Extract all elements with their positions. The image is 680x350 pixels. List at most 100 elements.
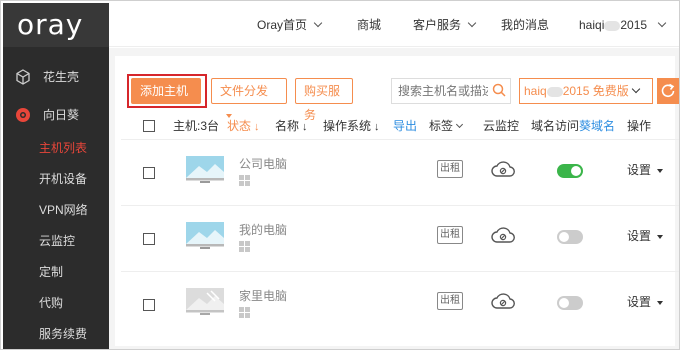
settings-dropdown[interactable]: 设置: [627, 227, 664, 244]
header-cloud-monitor: 云监控: [483, 119, 520, 133]
domain-access-toggle[interactable]: [557, 164, 583, 178]
header-domain-access: 域名访问: [531, 119, 580, 133]
sidebar-item-label: 向日葵: [43, 108, 80, 122]
arrow-down-icon: ↓: [302, 121, 308, 133]
sunflower-icon: [16, 108, 30, 122]
account-prefix: haiq: [524, 84, 547, 98]
app-window: oray 花生壳 向日葵 主机列表 开机设备 VPN网络 云监控 定制 代购 服…: [0, 0, 680, 350]
top-navbar: Oray首页 商城 客户服务 我的消息 haiqi 2015: [109, 3, 679, 47]
nav-my-messages[interactable]: 我的消息: [501, 3, 549, 47]
header-name-label: 名称: [275, 119, 300, 133]
table-row: 我的电脑 出租 设置: [121, 207, 679, 272]
sidebar-item-vpn[interactable]: VPN网络: [3, 195, 109, 225]
refresh-icon: [661, 83, 675, 98]
header-tags[interactable]: 标签: [429, 112, 464, 140]
account-suffix: 2015 免费版: [562, 84, 629, 98]
sidebar-item-label: 花生壳: [43, 70, 80, 84]
header-action: 操作: [627, 119, 652, 133]
chevron-down-icon: [313, 18, 323, 28]
search-icon[interactable]: [492, 83, 506, 97]
nav-customer-service-label: 客户服务: [413, 18, 462, 32]
account-select[interactable]: haiq 2015 免费版: [519, 78, 653, 104]
caret-down-icon: [657, 168, 664, 173]
chevron-down-icon: [631, 84, 640, 94]
oray-logo[interactable]: oray: [3, 3, 109, 47]
main-content: 添加主机 文件分发 购买服务 haiq 2015 免费版: [109, 48, 679, 349]
select-all-checkbox[interactable]: [143, 120, 155, 132]
header-os-label: 操作系统: [323, 119, 372, 133]
windows-icon: [239, 175, 250, 186]
header-status-label: 状态: [227, 119, 252, 133]
row-checkbox[interactable]: [143, 167, 155, 179]
domain-access-toggle[interactable]: [557, 230, 583, 244]
refresh-button[interactable]: [657, 78, 679, 104]
row-checkbox[interactable]: [143, 299, 155, 311]
arrow-down-icon: ↓: [254, 121, 260, 133]
monitor-icon: [186, 222, 224, 249]
caret-down-icon: [657, 234, 664, 239]
cloud-monitor-icon[interactable]: [491, 292, 515, 310]
settings-label: 设置: [627, 295, 652, 309]
redacted-mask: [546, 86, 563, 97]
redacted-mask: [604, 20, 621, 31]
rent-tag[interactable]: 出租: [437, 160, 463, 178]
nav-oray-home[interactable]: Oray首页: [257, 3, 323, 47]
header-os[interactable]: 操作系统 ↓: [323, 112, 380, 141]
chevron-down-icon: [467, 18, 477, 28]
sidebar: oray 花生壳 向日葵 主机列表 开机设备 VPN网络 云监控 定制 代购 服…: [3, 3, 109, 349]
cloud-monitor-icon[interactable]: [491, 160, 515, 178]
search-input[interactable]: [392, 79, 488, 103]
file-distribution-button[interactable]: 文件分发: [211, 78, 287, 118]
sidebar-item-xiangrikui[interactable]: 向日葵: [3, 99, 109, 131]
buy-service-button[interactable]: 购买服务: [295, 78, 353, 122]
sidebar-item-cloud-monitor[interactable]: 云监控: [3, 226, 109, 256]
sidebar-item-host-list[interactable]: 主机列表: [3, 133, 109, 163]
username-suffix: 2015: [620, 18, 648, 32]
table-row: 公司电脑 出租 设置: [121, 141, 679, 206]
host-name[interactable]: 家里电脑: [239, 287, 287, 304]
host-name[interactable]: 公司电脑: [239, 155, 287, 172]
settings-label: 设置: [627, 229, 652, 243]
row-checkbox[interactable]: [143, 233, 155, 245]
sidebar-item-boot-devices[interactable]: 开机设备: [3, 164, 109, 194]
monitor-icon: [186, 288, 224, 315]
chevron-down-icon: [657, 18, 667, 28]
chevron-down-icon: [455, 120, 464, 129]
nav-customer-service[interactable]: 客户服务: [413, 3, 477, 47]
table-header: 主机:3台 状态 ↓ 名称 ↓ 操作系统 ↓ 导出 标签 云监控 域名访问 葵域名 操…: [121, 112, 679, 141]
sidebar-item-huashengke[interactable]: 花生壳: [3, 61, 109, 93]
add-host-label: 添加主机: [140, 84, 189, 98]
nav-mall[interactable]: 商城: [357, 3, 381, 47]
export-link[interactable]: 导出: [393, 112, 417, 140]
file-distribution-label: 文件分发: [220, 84, 269, 98]
kui-domain-link[interactable]: 葵域名: [579, 112, 615, 140]
cloud-monitor-icon[interactable]: [491, 226, 515, 244]
windows-icon: [239, 307, 250, 318]
monitor-icon: [186, 156, 224, 183]
domain-access-toggle[interactable]: [557, 296, 583, 310]
rent-tag[interactable]: 出租: [437, 226, 463, 244]
add-host-button[interactable]: 添加主机: [131, 78, 201, 118]
nav-oray-home-label: Oray首页: [257, 18, 308, 32]
host-panel: 添加主机 文件分发 购买服务 haiq 2015 免费版: [115, 56, 679, 346]
arrow-down-icon: ↓: [374, 121, 380, 133]
sidebar-item-purchase[interactable]: 代购: [3, 288, 109, 318]
rent-tag[interactable]: 出租: [437, 292, 463, 310]
host-name[interactable]: 我的电脑: [239, 221, 287, 238]
user-menu[interactable]: haiqi 2015: [579, 3, 667, 47]
windows-icon: [239, 241, 250, 252]
sidebar-item-renewal[interactable]: 服务续费: [3, 319, 109, 349]
cube-icon: [16, 69, 30, 85]
header-tags-label: 标签: [429, 119, 454, 133]
settings-dropdown[interactable]: 设置: [627, 161, 664, 178]
username-prefix: haiqi: [579, 18, 605, 32]
header-host-count: 主机:3台: [173, 119, 220, 133]
caret-down-icon: [657, 300, 664, 305]
settings-dropdown[interactable]: 设置: [627, 293, 664, 310]
header-status[interactable]: 状态 ↓: [227, 112, 260, 141]
search-box: [391, 78, 511, 104]
table-row: 家里电脑 出租 设置: [121, 273, 679, 338]
sidebar-item-custom[interactable]: 定制: [3, 257, 109, 287]
header-name[interactable]: 名称 ↓: [275, 112, 308, 141]
settings-label: 设置: [627, 163, 652, 177]
